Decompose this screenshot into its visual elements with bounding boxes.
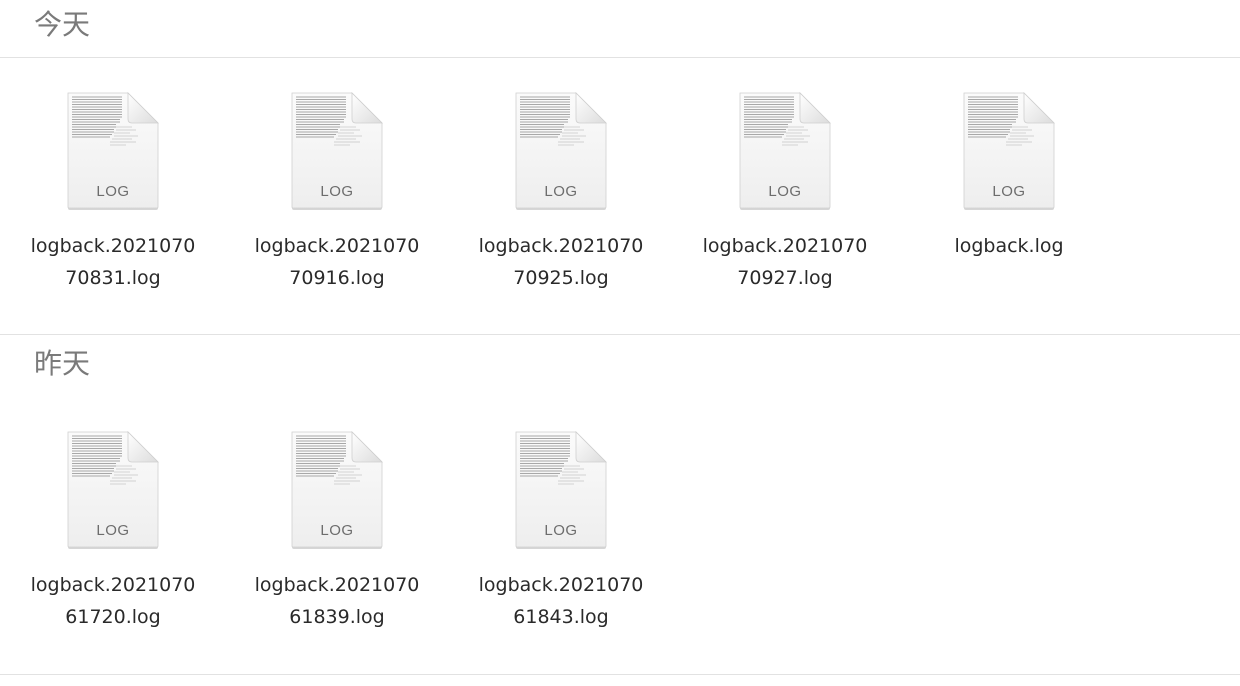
file-name: logback.2021070 70925.log — [478, 235, 644, 289]
log-file-icon: LOG — [514, 91, 608, 211]
file-type-badge: LOG — [544, 522, 578, 539]
group-header-yesterday: 昨天 — [34, 347, 91, 380]
group-today: 今天 LOG logback.2021070 70831.log LOG log… — [0, 11, 1240, 336]
file-type-badge: LOG — [544, 183, 578, 200]
file-type-badge: LOG — [992, 183, 1026, 200]
log-file-icon: LOG — [66, 430, 160, 550]
file-name: logback.2021070 61720.log — [30, 574, 196, 628]
log-file-icon: LOG — [290, 91, 384, 211]
file-name: logback.2021070 70927.log — [702, 235, 868, 289]
file-name: logback.log — [954, 235, 1064, 257]
file-item[interactable]: LOG logback.2021070 70916.log — [237, 91, 437, 291]
file-type-badge: LOG — [96, 183, 130, 200]
file-type-badge: LOG — [96, 522, 130, 539]
file-item[interactable]: LOG logback.2021070 70925.log — [461, 91, 661, 291]
file-name: logback.2021070 70916.log — [254, 235, 420, 289]
file-item[interactable]: LOG logback.2021070 70831.log — [13, 91, 213, 291]
log-file-icon: LOG — [290, 430, 384, 550]
group-yesterday: 昨天 LOG logback.2021070 61720.log LOG log… — [0, 334, 1240, 628]
file-type-badge: LOG — [768, 183, 802, 200]
file-name: logback.2021070 61843.log — [478, 574, 644, 628]
file-item[interactable]: LOG logback.2021070 61843.log — [461, 430, 661, 630]
file-name: logback.2021070 61839.log — [254, 574, 420, 628]
bottom-divider — [0, 674, 1240, 675]
file-item[interactable]: LOG logback.log — [909, 91, 1109, 291]
file-item[interactable]: LOG logback.2021070 70927.log — [685, 91, 885, 291]
file-type-badge: LOG — [320, 522, 354, 539]
log-file-icon: LOG — [738, 91, 832, 211]
log-file-icon: LOG — [514, 430, 608, 550]
file-name: logback.2021070 70831.log — [30, 235, 196, 289]
file-type-badge: LOG — [320, 183, 354, 200]
log-file-icon: LOG — [66, 91, 160, 211]
group-header-today: 今天 — [34, 8, 91, 41]
file-item[interactable]: LOG logback.2021070 61720.log — [13, 430, 213, 630]
log-file-icon: LOG — [962, 91, 1056, 211]
file-item[interactable]: LOG logback.2021070 61839.log — [237, 430, 437, 630]
